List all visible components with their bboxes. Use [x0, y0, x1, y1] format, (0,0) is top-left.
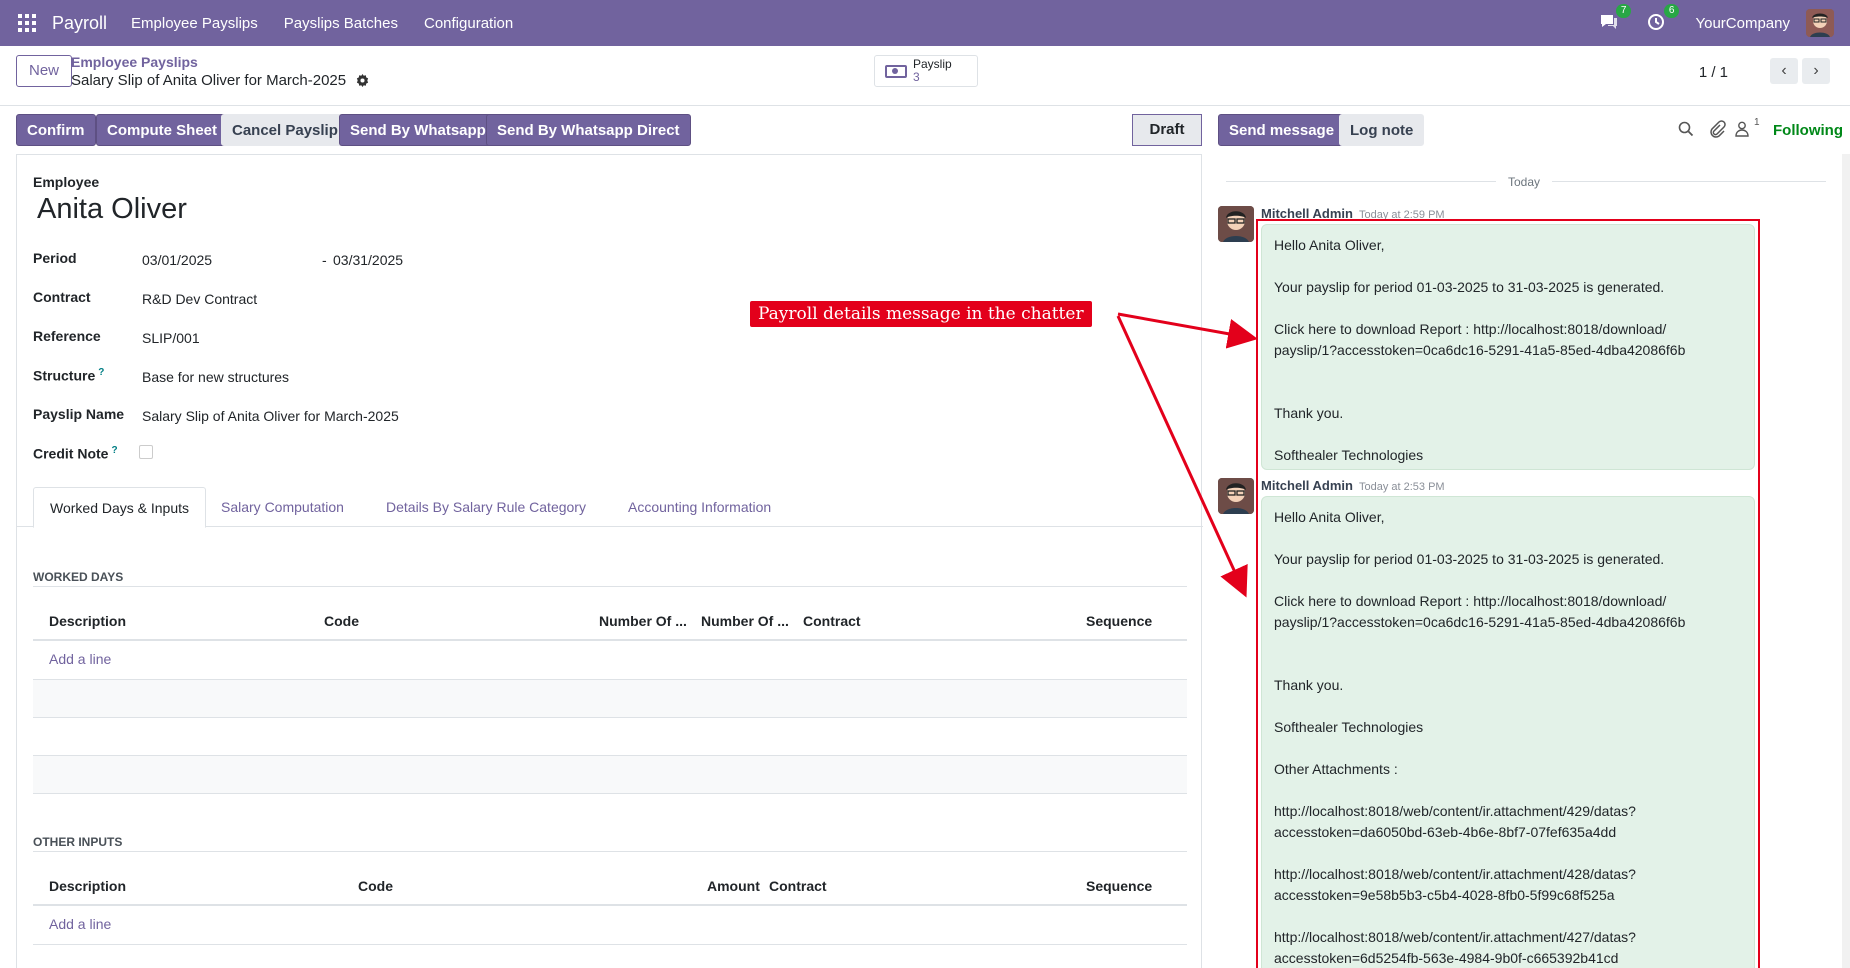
chatter-scrollbar[interactable] — [1842, 154, 1850, 968]
annotation-callout: Payroll details message in the chatter — [750, 301, 1092, 327]
annotation-arrows — [1116, 312, 1258, 598]
